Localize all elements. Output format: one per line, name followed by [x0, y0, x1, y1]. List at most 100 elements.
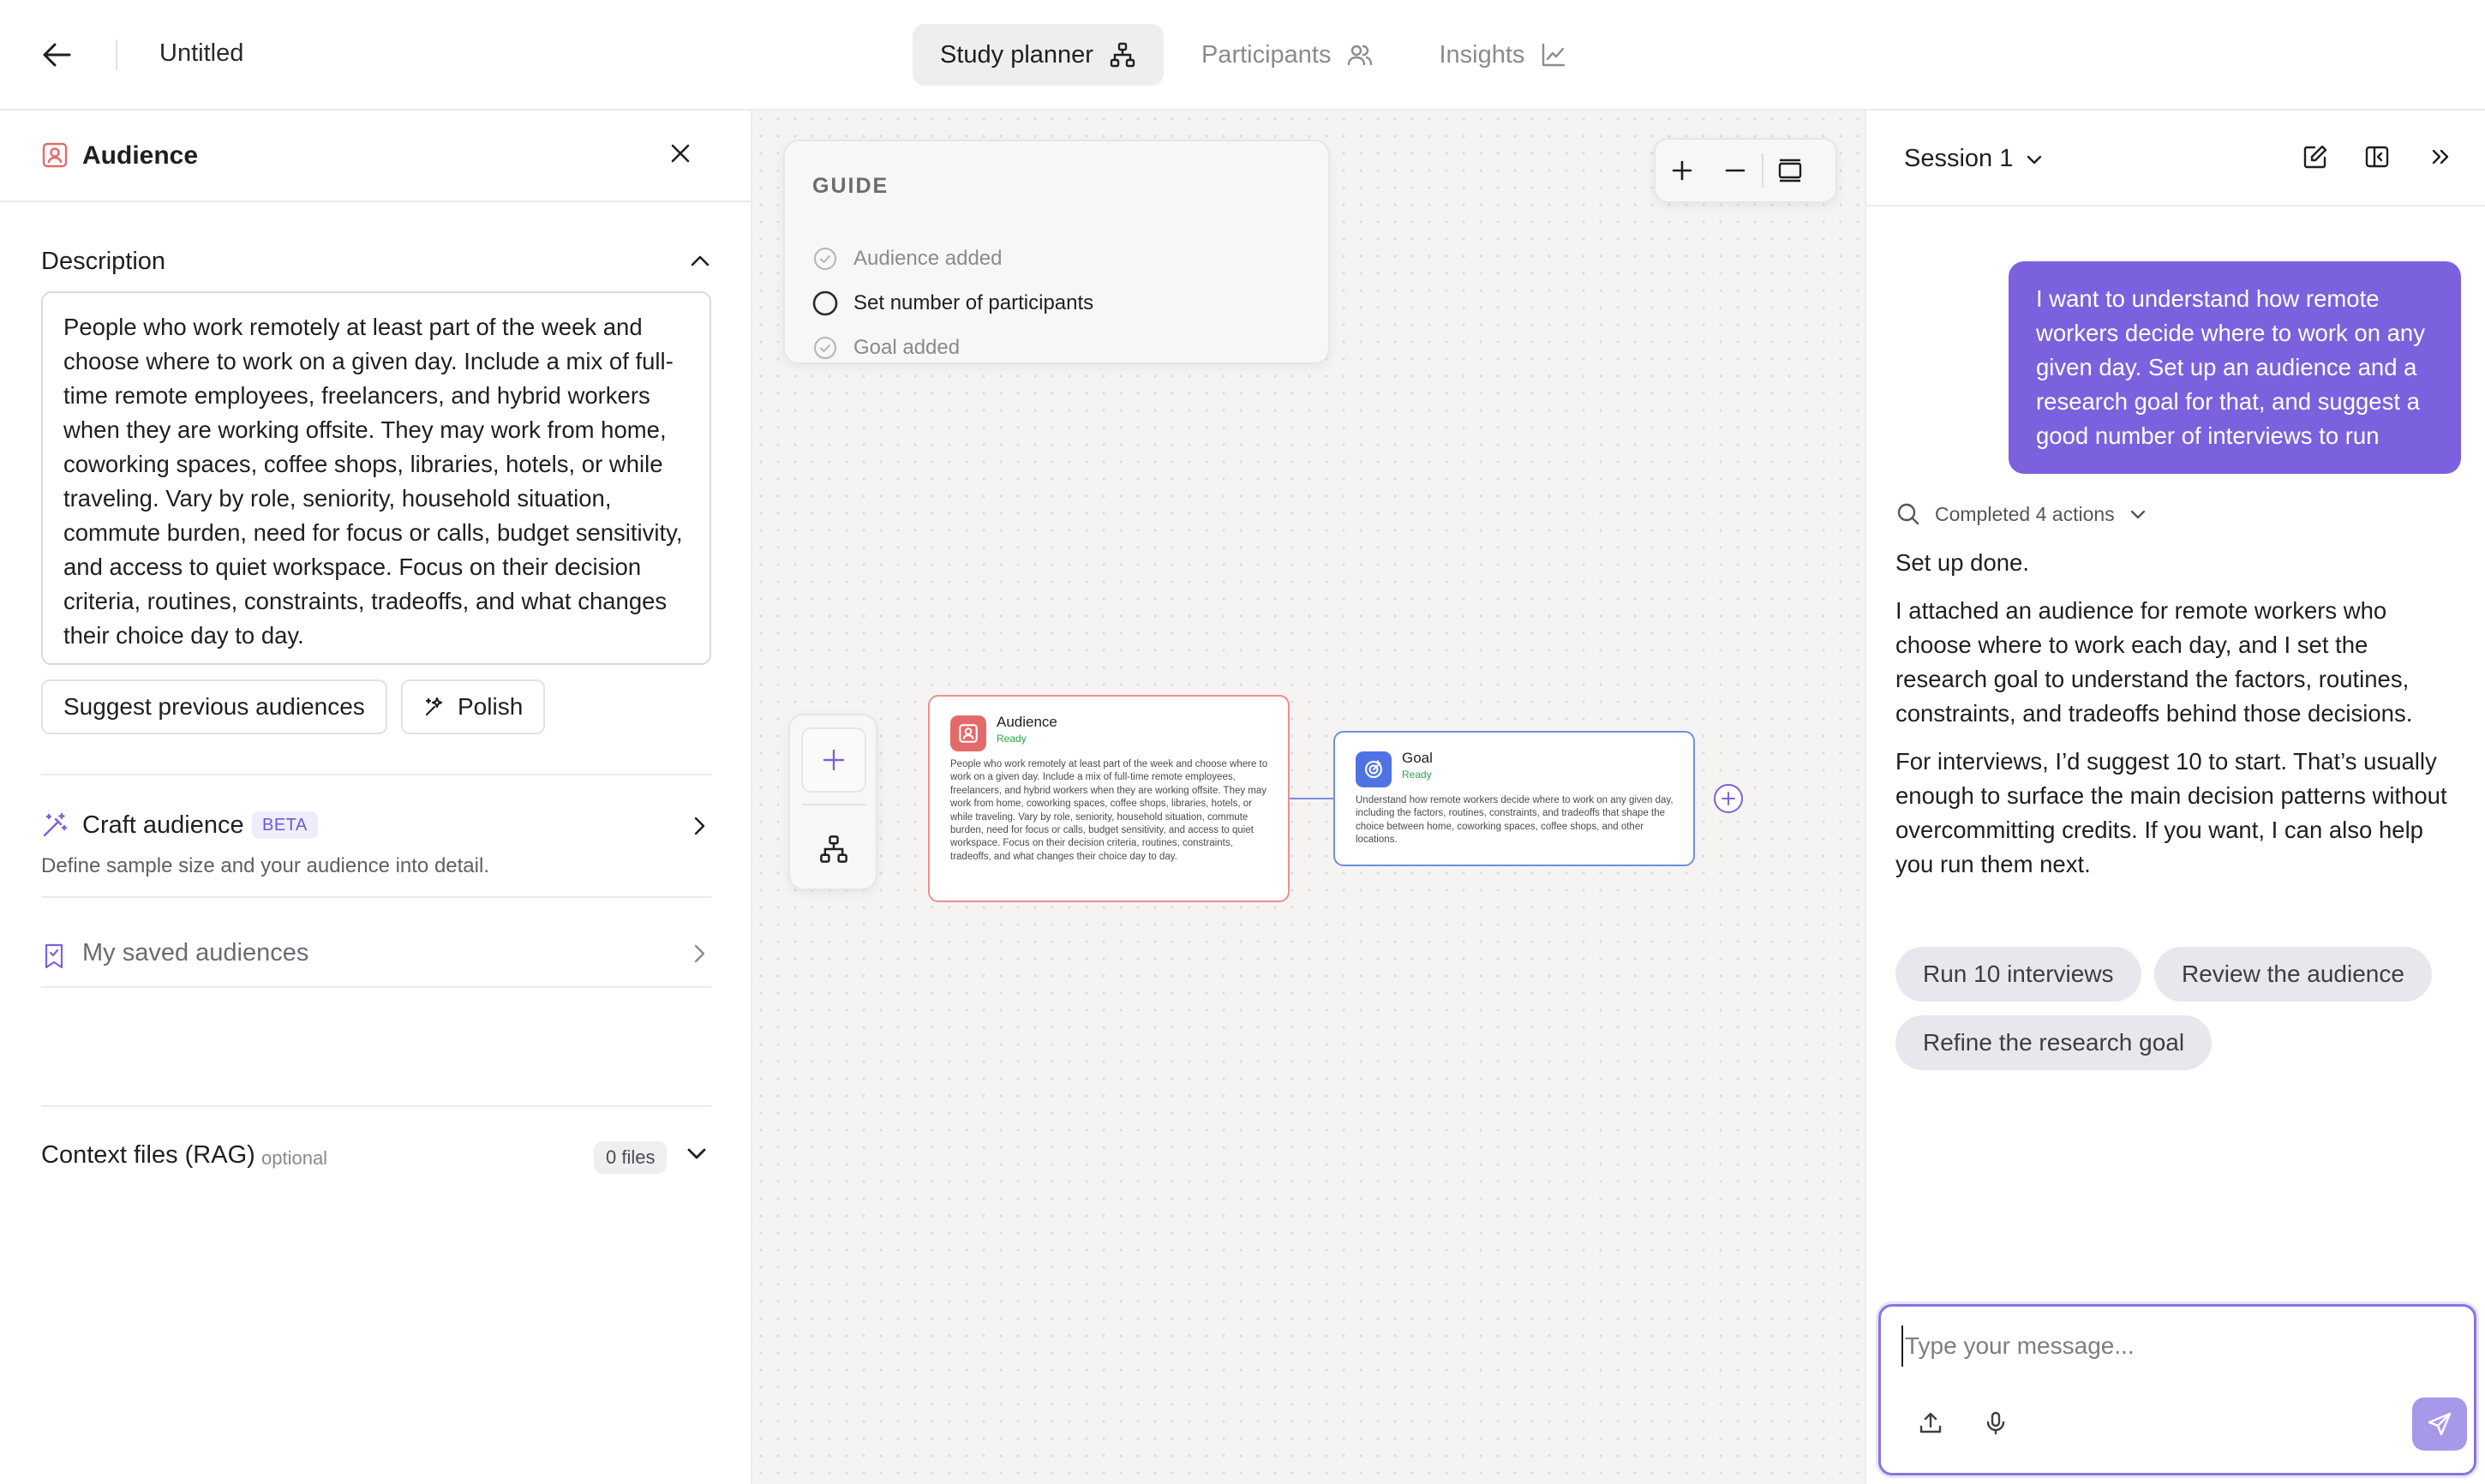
check-circle-icon — [814, 337, 836, 359]
zoom-controls — [1654, 138, 1837, 203]
microphone-button[interactable] — [1977, 1404, 2015, 1442]
search-icon — [1897, 503, 1919, 525]
craft-audience-subtitle: Define sample size and your audience int… — [41, 854, 489, 877]
message-composer — [1878, 1304, 2476, 1475]
sidebar-icon — [2365, 146, 2389, 168]
close-icon[interactable] — [667, 140, 694, 167]
sitemap-icon — [1110, 42, 1135, 68]
message-input[interactable] — [1901, 1325, 2450, 1367]
actions-label: Completed 4 actions — [1935, 502, 2115, 525]
zoom-in-button[interactable] — [1656, 145, 1709, 196]
plus-icon — [823, 749, 845, 771]
guide-item-label: Goal added — [853, 336, 961, 359]
assistant-message: Set up done. I attached an audience for … — [1895, 546, 2452, 895]
node-title: Audience — [997, 714, 1057, 730]
study-canvas[interactable]: GUIDE Audience added Set number of parti… — [752, 111, 1865, 1484]
add-node-button[interactable] — [801, 727, 866, 793]
tab-insights[interactable]: Insights — [1411, 24, 1595, 86]
node-status: Ready — [997, 733, 1027, 745]
context-files-label: Context files (RAG) — [41, 1141, 255, 1169]
guide-item-set-participants[interactable]: Set number of participants — [812, 290, 1093, 316]
craft-audience-title: Craft audience — [82, 811, 244, 839]
toggle-panel-button[interactable] — [2360, 140, 2394, 174]
suggestion-run-interviews[interactable]: Run 10 interviews — [1895, 947, 2141, 1002]
beta-badge: BETA — [252, 811, 318, 839]
divider — [41, 1105, 711, 1107]
magic-wand-icon — [43, 812, 68, 837]
panel-title: Audience — [82, 141, 199, 170]
chat-panel: Session 1 I want to understand how remot… — [1865, 111, 2485, 1484]
sparkle-icon — [425, 697, 443, 716]
back-button[interactable] — [38, 38, 75, 72]
plus-icon — [1672, 160, 1692, 181]
chevron-right-icon — [694, 817, 705, 835]
empty-circle-icon — [812, 290, 838, 316]
guide-title: GUIDE — [812, 174, 889, 198]
guide-item-goal-added: Goal added — [812, 335, 960, 361]
session-label: Session 1 — [1904, 145, 2014, 172]
tab-bar: Study planner Participants Insights — [913, 24, 1595, 86]
sitemap-icon — [820, 835, 847, 863]
chevron-right-icon — [694, 944, 705, 963]
target-icon — [1356, 751, 1392, 787]
description-header[interactable]: Description — [41, 248, 711, 282]
double-chevron-right-icon — [2432, 149, 2449, 165]
tab-participants[interactable]: Participants — [1174, 24, 1402, 86]
assistant-paragraph: I attached an audience for remote worker… — [1895, 597, 2413, 727]
top-bar: Untitled Study planner Participants Insi… — [0, 0, 2485, 111]
send-button[interactable] — [2412, 1397, 2467, 1451]
suggestion-refine-goal[interactable]: Refine the research goal — [1895, 1015, 2213, 1070]
guide-item-label: Audience added — [853, 247, 1003, 270]
audience-panel: Audience Description People who work rem… — [0, 111, 752, 1484]
audience-icon — [950, 715, 986, 751]
send-icon — [2428, 1412, 2452, 1436]
edit-icon — [2303, 145, 2327, 169]
collapse-chat-button[interactable] — [2423, 140, 2458, 174]
polish-button[interactable]: Polish — [401, 679, 546, 734]
users-icon — [1348, 45, 1373, 66]
new-chat-button[interactable] — [2298, 140, 2332, 174]
microphone-icon — [1986, 1411, 2005, 1435]
tab-label: Study planner — [940, 40, 1093, 69]
description-textarea[interactable]: People who work remotely at least part o… — [41, 291, 711, 665]
node-title: Goal — [1402, 750, 1433, 766]
upload-icon — [1919, 1412, 1942, 1433]
goal-node[interactable]: Goal Ready Understand how remote workers… — [1333, 731, 1695, 866]
files-count-badge: 0 files — [594, 1141, 668, 1174]
craft-audience-row[interactable]: Craft audience BETA Define sample size a… — [41, 803, 711, 897]
suggest-previous-audiences-button[interactable]: Suggest previous audiences — [41, 679, 387, 734]
node-text: People who work remotely at least part o… — [950, 759, 1268, 862]
session-selector[interactable]: Session 1 — [1904, 145, 2044, 173]
my-saved-audiences-row[interactable]: My saved audiences — [41, 929, 711, 989]
chevron-up-icon[interactable] — [689, 253, 711, 270]
context-files-row[interactable]: Context files (RAG) optional 0 files — [41, 1133, 711, 1184]
zoom-out-button[interactable] — [1709, 145, 1762, 196]
canvas-toolbar — [788, 714, 877, 890]
fit-view-button[interactable] — [1763, 145, 1817, 196]
node-text: Understand how remote workers decide whe… — [1356, 795, 1674, 846]
audience-node[interactable]: Audience Ready People who work remotely … — [928, 695, 1290, 902]
chart-icon — [1542, 43, 1566, 67]
add-next-node-icon[interactable] — [1712, 782, 1745, 815]
bookmark-icon — [45, 943, 63, 969]
guide-card: GUIDE Audience added Set number of parti… — [783, 140, 1330, 364]
arrow-left-icon — [43, 43, 71, 67]
saved-audiences-label: My saved audiences — [82, 939, 309, 966]
chat-header: Session 1 — [1866, 111, 2485, 206]
optional-label: optional — [261, 1147, 328, 1169]
panel-header: Audience — [0, 111, 751, 202]
chevron-down-icon — [2130, 510, 2145, 519]
node-connector — [1290, 798, 1333, 799]
guide-item-audience-added: Audience added — [812, 246, 1002, 272]
tab-study-planner[interactable]: Study planner — [913, 24, 1164, 86]
user-message: I want to understand how remote workers … — [2009, 261, 2461, 474]
completed-actions-toggle[interactable]: Completed 4 actions — [1895, 501, 2147, 527]
suggestion-review-audience[interactable]: Review the audience — [2154, 947, 2432, 1002]
divider — [41, 774, 711, 775]
upload-button[interactable] — [1912, 1404, 1949, 1442]
auto-layout-button[interactable] — [801, 817, 866, 882]
guide-item-label: Set number of participants — [853, 291, 1094, 314]
document-title[interactable]: Untitled — [159, 39, 243, 68]
chevron-down-icon[interactable] — [686, 1143, 708, 1165]
divider — [802, 804, 867, 805]
